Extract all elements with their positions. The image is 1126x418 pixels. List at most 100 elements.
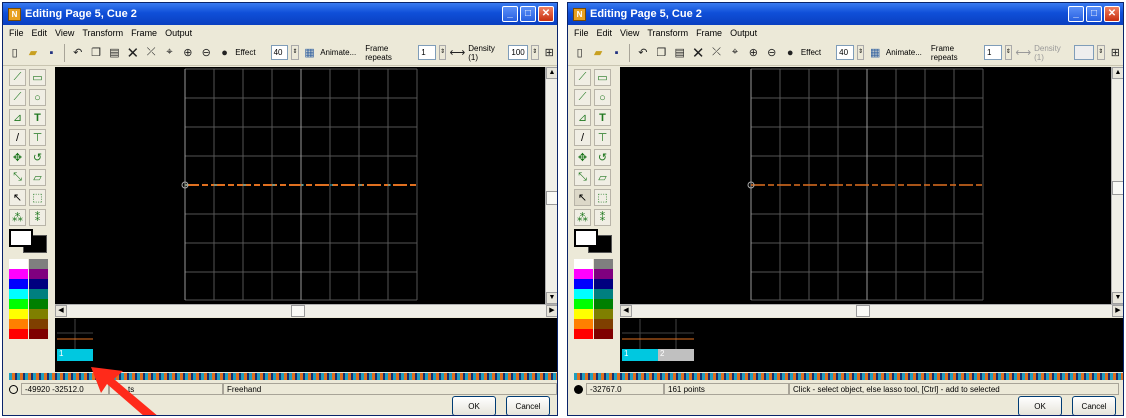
menu-edit[interactable]: Edit	[32, 28, 48, 38]
node-edit-tool-icon[interactable]: ⁑	[594, 209, 611, 226]
horizontal-scrollbar[interactable]: ◀ ▶	[55, 304, 557, 317]
zoom-out-icon[interactable]: ⊖	[199, 45, 214, 61]
line-tool-icon[interactable]: ⟋	[574, 69, 591, 86]
frame-repeats-input[interactable]: 1	[984, 45, 1002, 60]
line-tool-icon[interactable]: ⟋	[9, 69, 26, 86]
color-swatch-red[interactable]	[574, 329, 593, 339]
properties-icon[interactable]: ⊞	[542, 45, 557, 61]
cancel-button[interactable]: Cancel	[1072, 396, 1116, 415]
effect-label[interactable]: Effect	[801, 48, 821, 57]
color-swatch-blue[interactable]	[9, 279, 28, 289]
color-swatch-magenta[interactable]	[9, 269, 28, 279]
color-swatch-cyan[interactable]	[574, 289, 593, 299]
close-icon[interactable]: ✕	[1104, 6, 1120, 22]
color-swatch-brown[interactable]	[594, 319, 613, 329]
rectangle-tool-icon[interactable]: ▭	[594, 69, 611, 86]
freehand-tool-icon[interactable]: /	[574, 129, 591, 146]
color-swatch-dark-red[interactable]	[594, 329, 613, 339]
menu-transform[interactable]: Transform	[647, 28, 688, 38]
menu-file[interactable]: File	[9, 28, 24, 38]
mirror-icon[interactable]: ⤫	[143, 45, 158, 61]
open-folder-icon[interactable]: ▰	[590, 45, 605, 61]
scale-tool-icon[interactable]: ⤡	[9, 169, 26, 186]
minimize-icon[interactable]: _	[502, 6, 518, 22]
node-tool-icon[interactable]: ⁂	[574, 209, 591, 226]
scroll-right-icon[interactable]: ▶	[1112, 305, 1123, 317]
ellipse-tool-icon[interactable]: ○	[594, 89, 611, 106]
animate-label[interactable]: Animate...	[886, 48, 922, 57]
color-swatch-gray[interactable]	[29, 259, 48, 269]
vertical-scroll-thumb[interactable]	[546, 191, 557, 205]
animate-label[interactable]: Animate...	[320, 48, 356, 57]
scroll-right-icon[interactable]: ▶	[546, 305, 557, 317]
menu-frame[interactable]: Frame	[696, 28, 722, 38]
undo-icon[interactable]: ↶	[635, 45, 650, 61]
move-tool-icon[interactable]: ✥	[574, 149, 591, 166]
ok-button[interactable]: OK	[1018, 396, 1062, 415]
frame-repeats-spinner[interactable]: ⇕	[1004, 45, 1013, 60]
maximize-icon[interactable]: □	[1086, 6, 1102, 22]
scroll-up-icon[interactable]: ▲	[1112, 67, 1123, 79]
scroll-up-icon[interactable]: ▲	[546, 67, 557, 79]
copy-icon[interactable]: ❐	[88, 45, 103, 61]
effect-icon[interactable]: ●	[217, 45, 232, 61]
move-tool-icon[interactable]: ✥	[9, 149, 26, 166]
color-swatch-navy[interactable]	[594, 279, 613, 289]
zoom-in-icon[interactable]: ⊕	[746, 45, 761, 61]
frame-repeats-input[interactable]: 1	[418, 45, 436, 60]
freehand-tool-icon[interactable]: /	[9, 129, 26, 146]
menu-view[interactable]: View	[620, 28, 639, 38]
density-input[interactable]	[1074, 45, 1094, 60]
color-swatch-green[interactable]	[9, 299, 28, 309]
color-swatch-blue[interactable]	[574, 279, 593, 289]
density-spinner[interactable]: ⇕	[1096, 45, 1105, 60]
drawing-canvas[interactable]	[55, 67, 545, 304]
delete-icon[interactable]: ✕	[690, 45, 705, 62]
menu-frame[interactable]: Frame	[131, 28, 157, 38]
effect-label[interactable]: Effect	[235, 48, 255, 57]
color-swatch-olive[interactable]	[29, 309, 48, 319]
zoom-in-icon[interactable]: ⊕	[180, 45, 195, 61]
color-swatch-orange[interactable]	[574, 319, 593, 329]
lasso-tool-icon[interactable]: ⬚	[594, 189, 611, 206]
save-icon[interactable]: ▪	[44, 45, 59, 61]
current-color-icon[interactable]	[574, 229, 598, 247]
timeline-bar[interactable]	[574, 373, 1123, 380]
delete-icon[interactable]: ✕	[125, 45, 140, 62]
close-icon[interactable]: ✕	[538, 6, 554, 22]
color-swatch-white[interactable]	[9, 259, 28, 269]
color-swatch-purple[interactable]	[29, 269, 48, 279]
effect-spinner[interactable]: ⇕	[856, 45, 865, 60]
effect-icon[interactable]: ●	[782, 45, 797, 61]
menu-view[interactable]: View	[55, 28, 74, 38]
menu-output[interactable]: Output	[730, 28, 757, 38]
fill-tool-icon[interactable]: ⊤	[594, 129, 611, 146]
color-swatch-teal[interactable]	[594, 289, 613, 299]
rotate-tool-icon[interactable]: ↺	[594, 149, 611, 166]
color-swatch-white[interactable]	[574, 259, 593, 269]
color-swatch-orange[interactable]	[9, 319, 28, 329]
text-tool-icon[interactable]: T	[29, 109, 46, 126]
ok-button[interactable]: OK	[452, 396, 496, 415]
select-tool-icon[interactable]: ↖	[9, 189, 26, 206]
color-swatch-gray[interactable]	[594, 259, 613, 269]
select-tool-icon[interactable]: ↖	[574, 189, 591, 206]
scroll-left-icon[interactable]: ◀	[55, 305, 67, 317]
color-swatch-cyan[interactable]	[9, 289, 28, 299]
animate-icon[interactable]: ▦	[867, 45, 882, 61]
color-swatch-magenta[interactable]	[574, 269, 593, 279]
center-icon[interactable]: ⌖	[727, 45, 742, 61]
color-swatch-purple[interactable]	[594, 269, 613, 279]
color-swatch-red[interactable]	[9, 329, 28, 339]
properties-icon[interactable]: ⊞	[1108, 45, 1123, 61]
polygon-tool-icon[interactable]: ⊿	[574, 109, 591, 126]
color-swatch-olive[interactable]	[594, 309, 613, 319]
color-swatch-dark-green[interactable]	[594, 299, 613, 309]
mirror-icon[interactable]: ⤫	[709, 45, 724, 61]
color-swatch-brown[interactable]	[29, 319, 48, 329]
horizontal-scroll-thumb[interactable]	[291, 305, 305, 317]
node-tool-icon[interactable]: ⁂	[9, 209, 26, 226]
maximize-icon[interactable]: □	[520, 6, 536, 22]
vertical-scroll-thumb[interactable]	[1112, 181, 1123, 195]
drawing-canvas[interactable]	[620, 67, 1111, 304]
